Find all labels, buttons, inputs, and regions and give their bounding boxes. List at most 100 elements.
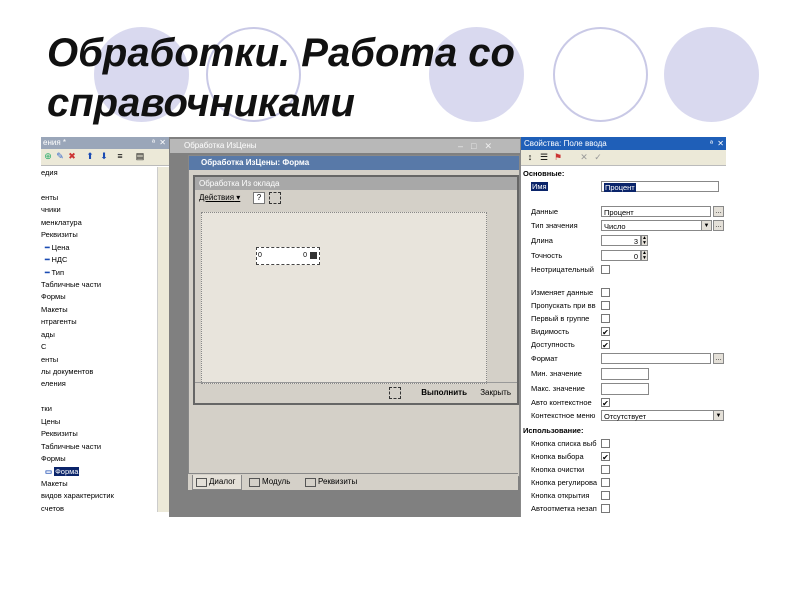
tree-item[interactable]: енты: [41, 354, 166, 366]
length-input[interactable]: 3: [601, 235, 641, 246]
tree-item[interactable]: Реквизиты: [41, 428, 166, 440]
skip-checkbox[interactable]: [601, 301, 610, 310]
prop-type: Тип значения Число ▼…: [521, 219, 726, 232]
max-input[interactable]: [601, 383, 649, 395]
nonneg-checkbox[interactable]: [601, 265, 610, 274]
delete-icon[interactable]: ✖: [67, 151, 77, 161]
move-up-icon[interactable]: ⬆: [85, 151, 95, 161]
precision-spinner[interactable]: ▲ ▼: [641, 250, 648, 261]
attribute-icon: ━: [45, 242, 50, 252]
open-btn-checkbox[interactable]: [601, 491, 610, 500]
pin-icon[interactable]: ª: [152, 137, 155, 149]
tab-module[interactable]: Модуль: [246, 475, 296, 489]
tab-dialog[interactable]: Диалог: [192, 475, 243, 490]
close-icon[interactable]: ✕: [159, 137, 166, 149]
type-input[interactable]: Число: [601, 220, 711, 231]
data-input[interactable]: Процент: [601, 206, 711, 217]
adjust-btn-label: Кнопка регулирова: [531, 478, 598, 487]
tree-item[interactable]: лы документов: [41, 366, 166, 378]
tree-item[interactable]: нтрагенты: [41, 316, 166, 328]
tree-item[interactable]: ▭ Форма: [41, 466, 166, 478]
tree-item[interactable]: Табличные части: [41, 279, 166, 291]
tree-item[interactable]: С: [41, 341, 166, 353]
tree-item[interactable]: Формы: [41, 291, 166, 303]
list-btn-checkbox[interactable]: [601, 439, 610, 448]
actions-menu[interactable]: Действия ▾: [199, 193, 240, 202]
first-checkbox[interactable]: [601, 314, 610, 323]
tree-item[interactable]: енты: [41, 192, 166, 204]
tree-item[interactable]: видов характеристик: [41, 490, 166, 502]
tree-item[interactable]: ады: [41, 329, 166, 341]
visible-checkbox[interactable]: ✔: [601, 327, 610, 337]
run-button[interactable]: Выполнить: [421, 383, 467, 403]
tree-item[interactable]: Макеты: [41, 478, 166, 490]
events-icon[interactable]: ⚑: [553, 152, 563, 162]
context-input[interactable]: Отсутствует: [601, 410, 721, 421]
visible-label: Видимость: [531, 327, 570, 336]
number-input-field[interactable]: 0 0: [256, 247, 320, 265]
tree-item-label: Реквизиты: [41, 230, 78, 240]
tree-item[interactable]: менклатура: [41, 217, 166, 229]
name-input[interactable]: Процент: [601, 181, 719, 192]
automark-checkbox[interactable]: [601, 504, 610, 513]
tree-item[interactable]: ━ НДС: [41, 254, 166, 266]
filter-icon[interactable]: ▤: [135, 151, 145, 161]
tree-item-label: Цена: [51, 242, 70, 252]
window-controls[interactable]: –□✕: [458, 139, 500, 153]
properties-panel: Свойства: Поле ввода ª ✕ ↕ ☰ ⚑ ✕ ✓ Основ…: [520, 137, 726, 517]
move-down-icon[interactable]: ⬇: [99, 151, 109, 161]
tree-item[interactable]: [41, 391, 166, 403]
tree-item[interactable]: Цены: [41, 416, 166, 428]
tree-item[interactable]: [41, 179, 166, 191]
frame-icon[interactable]: [269, 192, 281, 204]
data-select-button[interactable]: …: [713, 206, 724, 217]
tree-item[interactable]: ━ Тип: [41, 267, 166, 279]
context-dropdown-icon[interactable]: ▼: [713, 410, 724, 421]
cancel-icon[interactable]: ✕: [579, 152, 589, 162]
form-canvas[interactable]: 0 0: [201, 212, 487, 384]
enabled-checkbox[interactable]: ✔: [601, 340, 610, 350]
apply-icon[interactable]: ✓: [593, 152, 603, 162]
type-dropdown-icon[interactable]: ▼: [701, 220, 712, 231]
form-editor-window: Обработка ИзЦены: Форма Обработка Из окл…: [188, 155, 520, 477]
calculator-icon[interactable]: [310, 252, 317, 259]
tree-item-label: енты: [41, 192, 59, 202]
choice-btn-checkbox[interactable]: ✔: [601, 452, 610, 462]
tree-item[interactable]: тки: [41, 403, 166, 415]
tree-item[interactable]: еления: [41, 378, 166, 390]
length-spinner[interactable]: ▲ ▼: [641, 235, 648, 246]
length-label: Длина: [531, 236, 553, 245]
tree-item[interactable]: Реквизиты: [41, 229, 166, 241]
tree-item[interactable]: Макеты: [41, 304, 166, 316]
tree-item[interactable]: счетов: [41, 503, 166, 515]
tree-scrollbar[interactable]: [157, 167, 169, 512]
help-icon[interactable]: ?: [253, 192, 265, 204]
changes-checkbox[interactable]: [601, 288, 610, 297]
format-input[interactable]: [601, 353, 711, 364]
close-button[interactable]: Закрыть: [480, 383, 511, 403]
close-icon[interactable]: ✕: [717, 137, 724, 150]
autocontext-checkbox[interactable]: ✔: [601, 398, 610, 408]
nonneg-label: Неотрицательный: [531, 265, 594, 274]
min-label: Мин. значение: [531, 369, 582, 378]
prop-changes-data: Изменяет данные: [521, 286, 726, 299]
tree-item[interactable]: ━ Цена: [41, 242, 166, 254]
data-label: Данные: [531, 207, 559, 216]
min-input[interactable]: [601, 368, 649, 380]
add-icon[interactable]: ⊕: [43, 151, 53, 161]
clear-btn-checkbox[interactable]: [601, 465, 610, 474]
sort-alpha-icon[interactable]: ↕: [525, 152, 535, 162]
tree-item[interactable]: чники: [41, 204, 166, 216]
categorized-icon[interactable]: ☰: [539, 152, 549, 162]
sort-icon[interactable]: ≡: [115, 151, 125, 161]
precision-input[interactable]: 0: [601, 250, 641, 261]
tab-attributes[interactable]: Реквизиты: [302, 475, 363, 489]
tree-item[interactable]: Формы: [41, 453, 166, 465]
pin-icon[interactable]: ª: [710, 137, 713, 150]
format-select-button[interactable]: …: [713, 353, 724, 364]
tree-item[interactable]: едия: [41, 167, 166, 179]
tree-item[interactable]: Табличные части: [41, 441, 166, 453]
adjust-btn-checkbox[interactable]: [601, 478, 610, 487]
edit-icon[interactable]: ✎: [55, 151, 65, 161]
type-select-button[interactable]: …: [713, 220, 724, 231]
